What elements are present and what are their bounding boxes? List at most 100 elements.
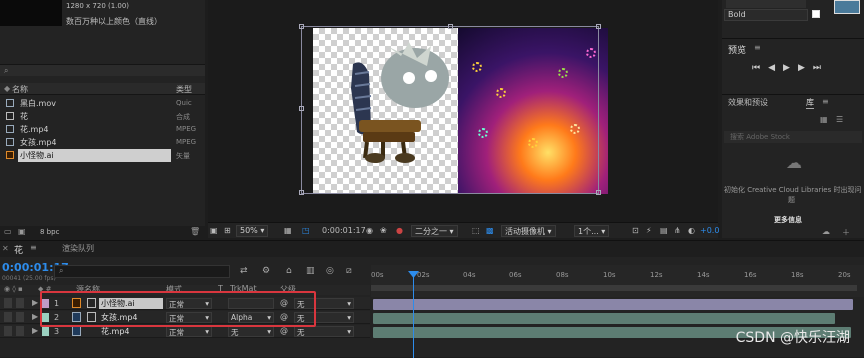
tab-libraries[interactable]: 库 — [806, 97, 814, 109]
video-switch-icon[interactable] — [4, 298, 12, 308]
safe-area-icon[interactable]: ▦ — [284, 226, 292, 235]
transparency-grid-icon[interactable]: ▩ — [486, 226, 494, 235]
timeline-search-input[interactable]: ⌕ — [54, 265, 230, 278]
watermark-text: CSDN @快乐汪湖 — [735, 330, 850, 346]
layer-bounding-box[interactable] — [301, 26, 599, 194]
pickwhip-icon[interactable]: @ — [280, 326, 288, 335]
list-view-icon[interactable]: ☰ — [836, 115, 843, 124]
transform-handle[interactable] — [299, 24, 304, 29]
composition-viewer[interactable] — [208, 0, 718, 222]
layer-duration-bar[interactable] — [373, 313, 835, 324]
camera-snapshot-icon[interactable]: ◉ — [366, 226, 373, 235]
motion-blur-icon[interactable]: ◎ — [326, 266, 334, 276]
resolution-dropdown[interactable]: 二分之一 ▾ — [411, 225, 458, 237]
project-item-type: MPEG — [176, 138, 197, 146]
views-value: 1个... — [578, 227, 599, 236]
solo-switch-icon[interactable] — [16, 312, 24, 322]
show-snapshot-icon[interactable]: ❀ — [380, 226, 387, 235]
label-icon: ◆ — [4, 84, 11, 93]
ruler-tick: 04s — [463, 271, 476, 279]
project-item[interactable]: 女孩.mp4 MPEG — [0, 136, 205, 149]
panel-menu-icon[interactable]: ≡ — [754, 43, 761, 52]
video-file-icon — [6, 125, 14, 133]
draft-3d-icon[interactable]: ⚙ — [262, 266, 270, 276]
close-tab-icon[interactable]: ✕ — [2, 244, 9, 253]
video-switch-icon[interactable] — [4, 326, 12, 336]
resolution-value: 二分之一 — [415, 227, 447, 236]
views-dropdown[interactable]: 1个... ▾ — [574, 225, 610, 237]
shy-layers-icon[interactable]: ⌂ — [286, 266, 292, 276]
layer-duration-bar[interactable] — [373, 299, 853, 310]
flowchart-icon[interactable]: ⋔ — [674, 226, 681, 235]
more-info-link[interactable]: 更多信息 — [774, 215, 802, 225]
exposure-icon[interactable]: ◐ — [688, 226, 695, 235]
fill-color-swatch[interactable] — [834, 0, 860, 14]
transform-handle[interactable] — [299, 190, 304, 195]
panel-menu-icon[interactable]: ≡ — [822, 97, 829, 106]
graph-editor-icon[interactable]: ⧄ — [346, 266, 352, 276]
playhead-line[interactable] — [413, 271, 414, 358]
solo-switch-icon[interactable] — [16, 298, 24, 308]
video-switch-icon[interactable] — [4, 312, 12, 322]
tab-comp[interactable]: 花 — [14, 243, 23, 256]
toggle-pixel-icon[interactable]: ⊡ — [632, 226, 639, 235]
tab-effects-presets[interactable]: 效果和预设 — [728, 97, 768, 108]
always-preview-icon[interactable]: ▣ — [210, 226, 218, 235]
project-item-selected[interactable]: 小怪物.ai 矢量 — [0, 149, 205, 162]
solo-switch-icon[interactable] — [16, 326, 24, 336]
mode-dropdown[interactable]: 正常 ▾ — [166, 326, 212, 337]
search-icon: ⌕ — [4, 66, 9, 75]
parent-dropdown[interactable]: 无 ▾ — [294, 326, 354, 337]
transform-handle[interactable] — [299, 106, 304, 111]
playback-controls-icon[interactable]: ⏮◀▶▶⏭ — [752, 63, 829, 73]
new-composition-icon[interactable]: ▣ — [18, 227, 26, 236]
project-search[interactable]: ⌕ — [0, 64, 205, 76]
project-item[interactable]: 花.mp4 MPEG — [0, 123, 205, 136]
zoom-dropdown[interactable]: 50% ▾ — [236, 225, 269, 237]
color-depth-text: 数百万种以上颜色（直线） — [66, 17, 162, 26]
cloud-sync-icon[interactable]: ☁ — [822, 227, 830, 236]
grid-icon[interactable]: ⊞ — [224, 226, 231, 235]
region-icon[interactable]: ◳ — [302, 226, 310, 235]
trash-icon[interactable]: 🗑 — [190, 227, 200, 236]
project-item-type: 合成 — [176, 113, 190, 121]
stock-search-field[interactable]: 搜索 Adobe Stock — [724, 131, 862, 143]
swap-color-icon[interactable] — [812, 10, 820, 18]
font-style-dropdown[interactable]: Bold — [724, 9, 808, 21]
work-area-bar[interactable] — [371, 285, 857, 291]
transform-handle[interactable] — [596, 24, 601, 29]
expand-arrow-icon[interactable]: ▶ — [32, 326, 38, 335]
timeline-icon[interactable]: ▤ — [660, 226, 668, 235]
font-family-field[interactable] — [726, 0, 806, 8]
preview-title: 预览 — [728, 46, 747, 56]
panel-menu-icon[interactable]: ≡ — [30, 243, 37, 252]
project-item[interactable]: 花 合成 — [0, 110, 205, 123]
expand-arrow-icon[interactable]: ▶ — [32, 298, 38, 307]
comp-mini-flowchart-icon[interactable]: ⇄ — [240, 266, 248, 276]
bpc-label[interactable]: 8 bpc — [40, 228, 59, 236]
project-footer: ▭ ▣ 8 bpc 🗑 — [0, 226, 205, 238]
transform-handle[interactable] — [448, 24, 453, 29]
column-type[interactable]: 类型 — [176, 84, 192, 95]
viewer-timecode[interactable]: 0:00:01:17 — [322, 226, 366, 235]
trkmat-dropdown[interactable]: 无 ▾ — [228, 326, 274, 337]
project-item[interactable]: 黑白.mov Quic — [0, 97, 205, 110]
color-channel-icon[interactable]: ● — [396, 226, 403, 235]
region-of-interest-icon[interactable]: ⬚ — [472, 226, 480, 235]
timeline-panel: ✕ 花 ≡ 渲染队列 0:00:01:17 00041 (25.00 fps) … — [0, 240, 864, 358]
transform-handle[interactable] — [596, 190, 601, 195]
column-name[interactable]: 名称 — [12, 84, 28, 95]
time-ruler[interactable]: 00s 02s 04s 06s 08s 10s 12s 14s 16s 18s … — [371, 265, 864, 297]
cc-error-message: 初始化 Creative Cloud Libraries 时出现问 — [724, 186, 862, 194]
add-content-icon[interactable]: ＋ — [842, 227, 850, 238]
exposure-value[interactable]: +0.0 — [700, 226, 719, 235]
layer-name[interactable]: 花.mp4 — [99, 326, 132, 337]
tab-render-queue[interactable]: 渲染队列 — [62, 243, 94, 254]
grid-view-icon[interactable]: ▦ — [820, 115, 828, 124]
expand-arrow-icon[interactable]: ▶ — [32, 312, 38, 321]
label-color[interactable] — [42, 327, 49, 336]
folder-icon[interactable]: ▭ — [4, 227, 12, 236]
frame-blending-icon[interactable]: ▥ — [306, 266, 315, 276]
camera-dropdown[interactable]: 活动摄像机 ▾ — [501, 225, 556, 237]
fast-preview-icon[interactable]: ⚡ — [646, 226, 652, 235]
